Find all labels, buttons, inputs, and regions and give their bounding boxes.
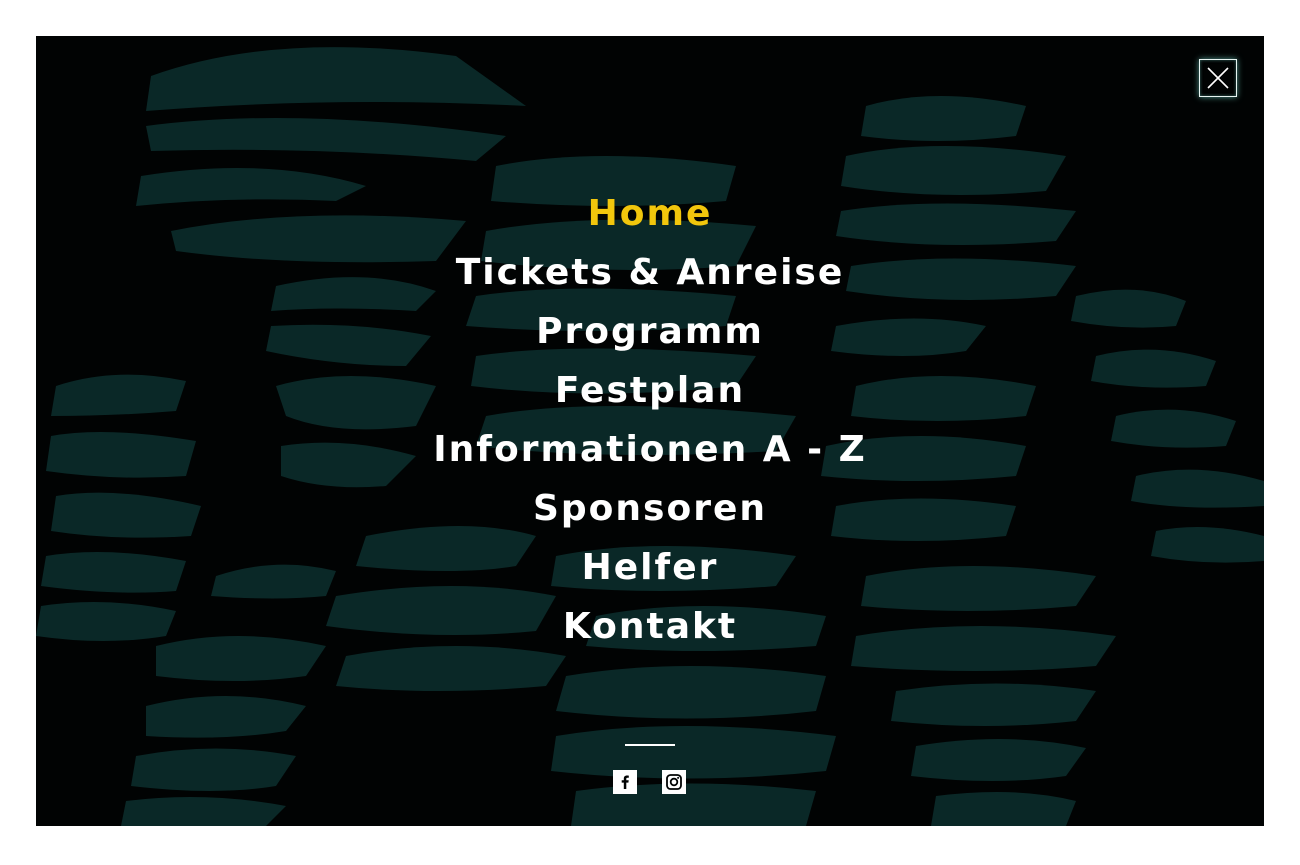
menu-overlay: Home Tickets & Anreise Programm Festplan…	[36, 36, 1264, 826]
nav-item-festplan: Festplan	[36, 365, 1264, 424]
nav-link-tickets[interactable]: Tickets & Anreise	[456, 252, 845, 293]
nav-item-informationen: Informationen A - Z	[36, 424, 1264, 483]
nav-item-programm: Programm	[36, 306, 1264, 365]
nav-link-programm[interactable]: Programm	[536, 311, 764, 352]
nav-link-sponsoren[interactable]: Sponsoren	[533, 488, 767, 529]
nav-item-kontakt: Kontakt	[36, 601, 1264, 660]
facebook-link[interactable]	[613, 770, 637, 794]
facebook-icon	[621, 775, 629, 789]
nav-link-kontakt[interactable]: Kontakt	[563, 606, 737, 647]
nav-link-helfer[interactable]: Helfer	[582, 547, 719, 588]
nav-link-home[interactable]: Home	[588, 193, 713, 234]
main-navigation: Home Tickets & Anreise Programm Festplan…	[36, 188, 1264, 660]
nav-item-home: Home	[36, 188, 1264, 247]
nav-link-informationen[interactable]: Informationen A - Z	[433, 429, 866, 470]
menu-divider	[625, 744, 675, 746]
close-icon	[1207, 67, 1229, 89]
nav-link-festplan[interactable]: Festplan	[555, 370, 745, 411]
instagram-link[interactable]	[662, 770, 686, 794]
close-button[interactable]	[1199, 59, 1237, 97]
nav-item-helfer: Helfer	[36, 542, 1264, 601]
nav-item-sponsoren: Sponsoren	[36, 483, 1264, 542]
nav-item-tickets: Tickets & Anreise	[36, 247, 1264, 306]
instagram-icon	[666, 774, 682, 790]
